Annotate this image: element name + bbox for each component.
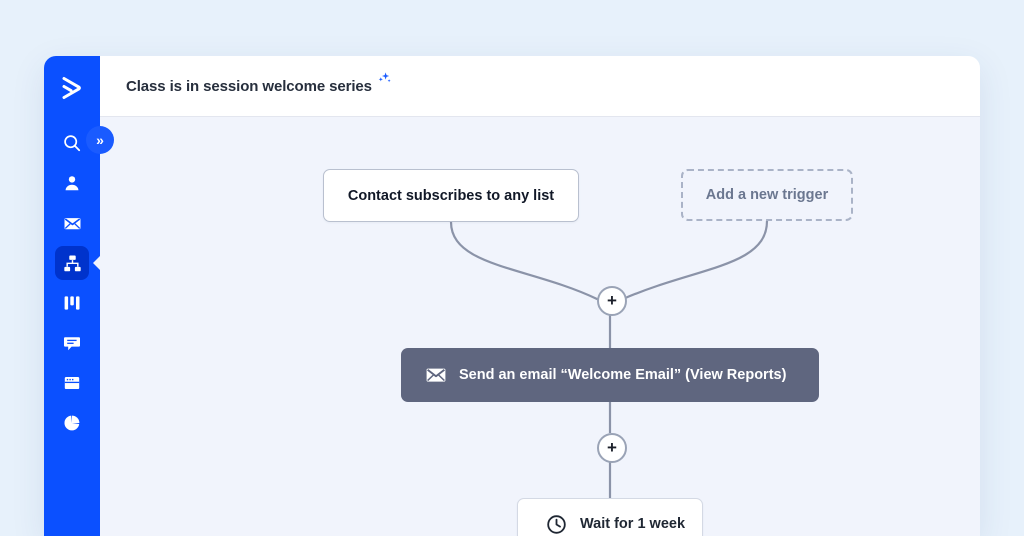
add-step-after-email-button[interactable]: + [597,433,627,463]
envelope-icon [63,214,82,233]
search-icon [62,133,82,153]
sidebar-item-deals[interactable] [55,286,89,320]
node-label: Contact subscribes to any list [348,188,554,204]
columns-icon [63,294,81,312]
automation-canvas[interactable]: Contact subscribes to any list Add a new… [100,117,980,536]
header-bar: Class is in session welcome series [100,56,980,117]
node-wait-for-1-week[interactable]: Wait for 1 week [517,498,703,536]
sidebar-item-campaigns[interactable] [55,206,89,240]
node-trigger-contact-subscribes[interactable]: Contact subscribes to any list [323,169,579,222]
clock-icon [546,514,567,535]
plus-icon: + [607,439,617,456]
node-label: Add a new trigger [706,187,828,203]
ai-sparkle-icon [376,71,392,92]
website-icon [63,374,81,392]
page-title: Class is in session welcome series [126,78,372,95]
double-chevron-right-icon: » [96,133,104,147]
sidebar-item-pages[interactable] [55,366,89,400]
sidebar-item-conversations[interactable] [55,326,89,360]
envelope-icon [425,364,447,386]
chat-bubble-icon [63,334,81,352]
main-area: Class is in session welcome series [100,56,980,536]
add-step-after-triggers-button[interactable]: + [597,286,627,316]
plus-icon: + [607,292,617,309]
app-window: » [44,56,980,536]
node-label: Send an email “Welcome Email” (View Repo… [459,367,786,383]
node-add-new-trigger[interactable]: Add a new trigger [681,169,853,221]
sidebar-item-automations[interactable] [55,246,89,280]
activecampaign-chevron-logo-icon [58,74,86,102]
sidebar-item-search[interactable] [55,126,89,160]
automation-icon [63,254,82,273]
node-send-email[interactable]: Send an email “Welcome Email” (View Repo… [401,348,819,402]
node-label: Wait for 1 week [580,516,685,532]
person-icon [63,174,81,192]
sidebar-item-contacts[interactable] [55,166,89,200]
pie-chart-icon [63,414,81,432]
sidebar-item-reports[interactable] [55,406,89,440]
sidebar-collapse-button[interactable]: » [86,126,114,154]
brand-logo[interactable] [44,60,100,116]
sidebar: » [44,56,100,536]
